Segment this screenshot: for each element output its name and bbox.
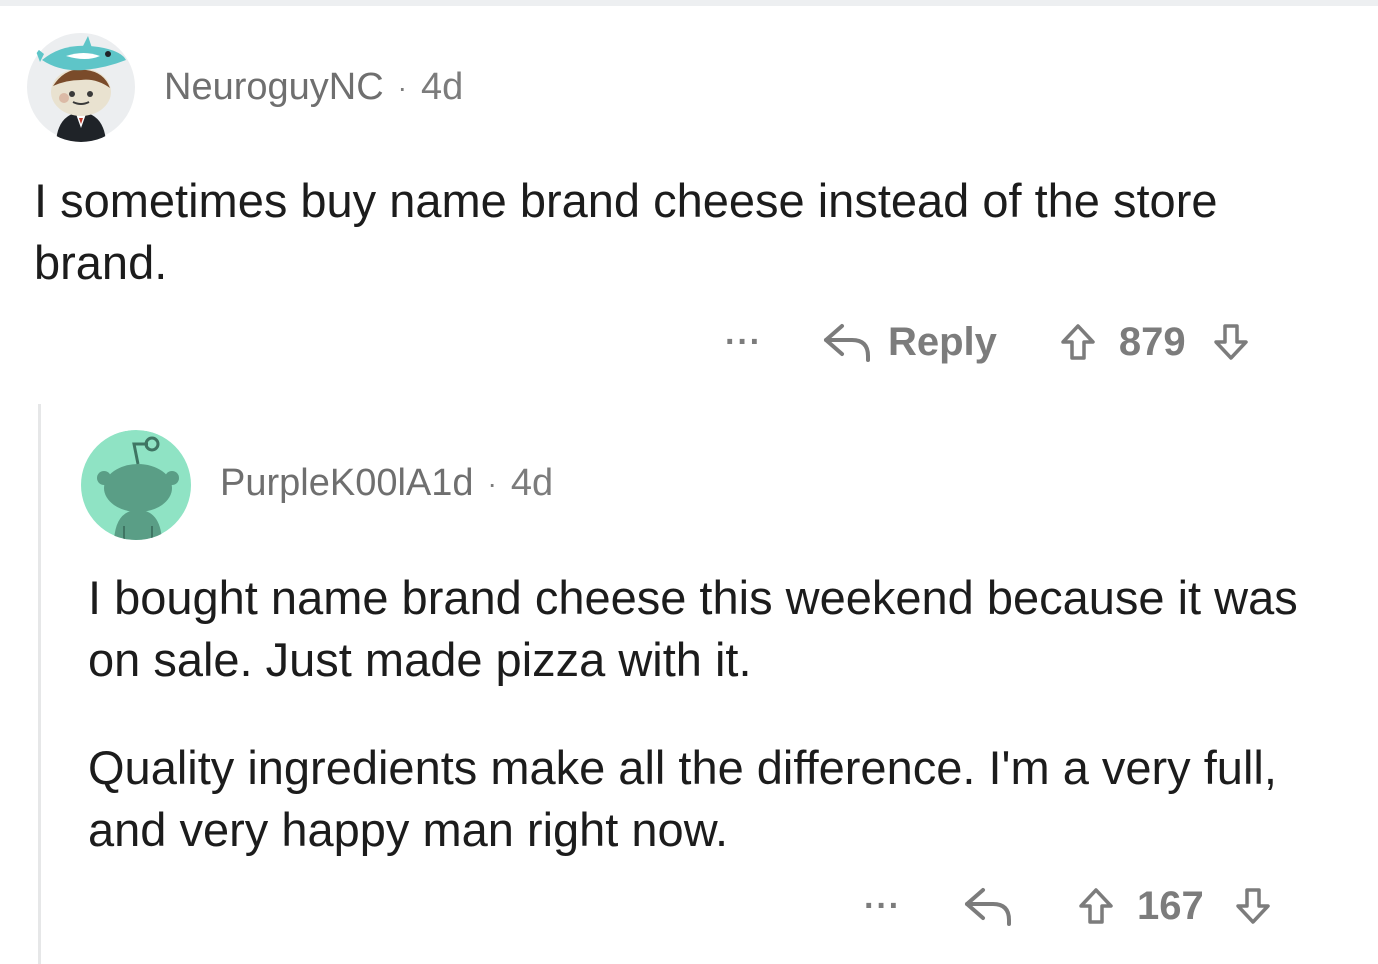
comment-paragraph: I sometimes buy name brand cheese instea… <box>34 174 1218 289</box>
comment-paragraph: I bought name brand cheese this weekend … <box>88 571 1298 686</box>
reply-button[interactable]: Reply <box>822 320 997 365</box>
comment-meta: PurpleK00lA1d · 4d <box>220 462 553 505</box>
meta-separator: · <box>397 71 407 103</box>
comment-age: 4d <box>510 462 554 504</box>
downvote-arrow-icon[interactable] <box>1212 322 1250 362</box>
thread-line[interactable] <box>38 404 41 964</box>
top-divider <box>0 0 1378 6</box>
more-options-icon[interactable]: ··· <box>864 887 901 926</box>
avatar[interactable] <box>26 30 136 142</box>
downvote-arrow-icon[interactable] <box>1234 886 1272 926</box>
upvote-arrow-icon[interactable] <box>1059 322 1097 362</box>
comment-paragraph: Quality ingredients make all the differe… <box>88 741 1277 856</box>
meta-separator: · <box>487 467 497 499</box>
comment-age: 4d <box>420 66 464 108</box>
username[interactable]: NeuroguyNC <box>164 66 384 109</box>
more-options-icon[interactable]: ··· <box>725 323 762 362</box>
comment-meta: NeuroguyNC · 4d <box>164 66 463 109</box>
comment-body: I sometimes buy name brand cheese instea… <box>34 170 1274 294</box>
username[interactable]: PurpleK00lA1d <box>220 462 474 505</box>
comment-actions: ··· Reply 879 <box>725 316 1250 368</box>
upvote-arrow-icon[interactable] <box>1077 886 1115 926</box>
vote-score: 167 <box>1136 883 1204 928</box>
reply-arrow-icon <box>822 320 874 364</box>
reply-label: Reply <box>887 319 997 364</box>
vote-score: 879 <box>1118 319 1186 364</box>
reply-arrow-icon[interactable] <box>963 884 1015 928</box>
comment-actions: ··· 167 <box>864 880 1272 932</box>
comment-body: I bought name brand cheese this weekend … <box>88 567 1358 861</box>
avatar[interactable] <box>80 430 192 540</box>
